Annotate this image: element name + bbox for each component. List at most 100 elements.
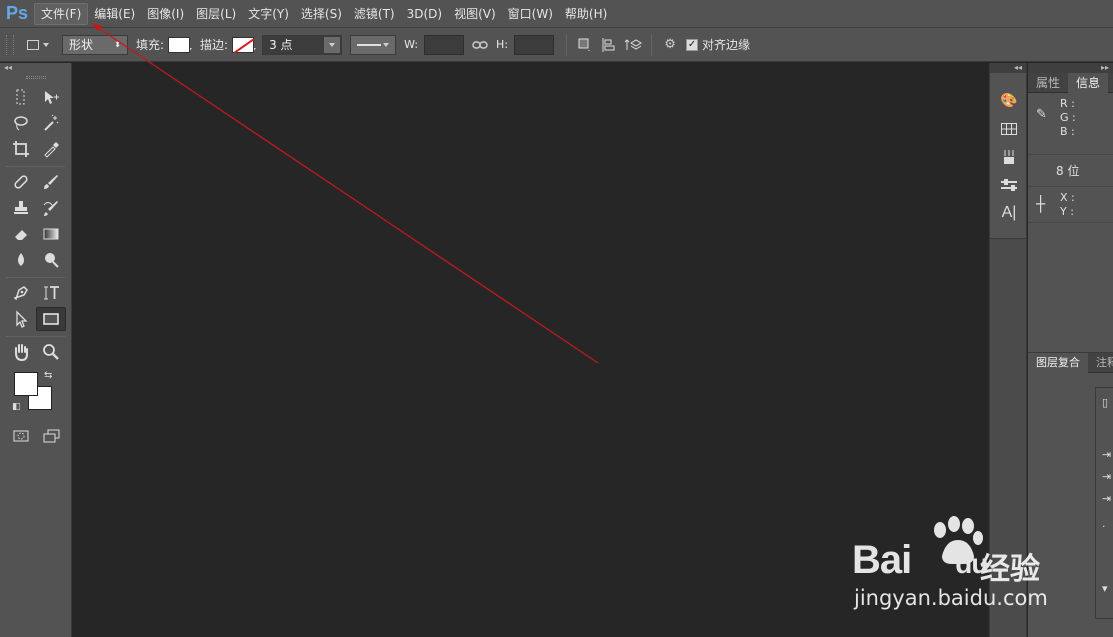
tab-layer-comps[interactable]: 图层复合 [1028, 353, 1088, 373]
tools-panel: ◂◂ ⇆ ◧ [0, 63, 72, 637]
stroke-swatch[interactable] [232, 36, 255, 53]
stroke-width-input[interactable]: 3 点 [262, 34, 343, 55]
options-bar: 形状 ⬍ 填充: 描边: 3 点 W: H: ⚙ ✓ 对齐边缘 [0, 28, 1113, 62]
document-canvas[interactable] [73, 63, 988, 637]
menu-filter[interactable]: 滤镜(T) [348, 3, 401, 25]
path-alignment-icon[interactable] [597, 34, 621, 56]
brush-tool-icon[interactable] [36, 170, 66, 194]
crosshair-icon[interactable]: ┼ [1036, 195, 1045, 213]
line-style-icon [357, 43, 382, 46]
watermark-jingyan: 经验 [980, 552, 1040, 587]
info-r-label: R : [1060, 97, 1075, 110]
height-label: H: [496, 38, 509, 51]
eyedropper-icon[interactable]: ✎ [1036, 107, 1047, 122]
blur-tool-icon[interactable] [6, 248, 36, 272]
color-palette-icon[interactable]: 🎨 [990, 87, 1028, 115]
dodge-tool-icon[interactable] [36, 248, 66, 272]
menu-bar: Ps 文件(F) 编辑(E) 图像(I) 图层(L) 文字(Y) 选择(S) 滤… [0, 0, 1113, 28]
properties-info-tabs: 属性 信息 [1028, 73, 1113, 93]
menu-layer[interactable]: 图层(L) [190, 3, 242, 25]
watermark-brand: Bai du [852, 538, 988, 583]
tool-preset-picker[interactable] [22, 35, 54, 55]
panel-grip[interactable] [25, 76, 46, 79]
floating-panel-edge[interactable]: ▯ ⇥ ⇥ ⇥ · ▾ [1095, 387, 1113, 619]
app-logo: Ps [5, 3, 29, 23]
path-selection-icon[interactable] [6, 307, 36, 331]
align-edges-label: 对齐边缘 [702, 38, 751, 52]
path-arrangement-icon[interactable] [621, 34, 645, 56]
width-control: W: [404, 34, 465, 55]
link-icon[interactable] [468, 34, 492, 56]
rectangle-tool-icon[interactable] [36, 307, 66, 331]
menu-file[interactable]: 文件(F) [34, 2, 89, 25]
fill-label: 填充: [136, 38, 165, 52]
collapse-panels-icon[interactable]: ▸▸ [1028, 63, 1113, 73]
healing-brush-icon[interactable] [6, 170, 36, 194]
swatches-grid-icon[interactable] [990, 115, 1028, 143]
annotation-arrow [73, 63, 988, 637]
rectangle-icon [27, 39, 39, 50]
tool-mode-select[interactable]: 形状 ⬍ [62, 34, 128, 55]
quick-mask-icon[interactable] [6, 424, 36, 448]
magic-wand-icon[interactable] [36, 111, 66, 135]
hand-tool-icon[interactable] [6, 340, 36, 364]
tab-info[interactable]: 信息 [1068, 73, 1109, 93]
lasso-tool-icon[interactable] [6, 111, 36, 135]
expand-panels-icon[interactable]: ◂◂ [990, 63, 1026, 73]
tab-notes[interactable]: 注释 [1088, 353, 1113, 373]
separator [566, 33, 568, 56]
eyedropper-tool-icon[interactable] [36, 137, 66, 161]
menu-window[interactable]: 窗口(W) [502, 3, 559, 25]
fill-control: 填充: [136, 36, 193, 53]
width-label: W: [404, 38, 419, 51]
screen-mode-icon[interactable] [36, 424, 66, 448]
menu-3d[interactable]: 3D(D) [401, 3, 448, 25]
menu-view[interactable]: 视图(V) [448, 3, 502, 25]
chevron-down-icon [383, 42, 390, 47]
watermark-brand-bai: Bai [852, 538, 912, 582]
brush-presets-icon[interactable] [990, 143, 1028, 171]
info-x-label: X : [1060, 191, 1075, 204]
width-input[interactable] [424, 34, 465, 55]
gear-icon[interactable]: ⚙ [658, 34, 682, 56]
marquee-tool-icon[interactable] [6, 85, 36, 109]
stroke-control: 描边: [200, 36, 257, 53]
menu-edit[interactable]: 编辑(E) [88, 3, 141, 25]
collapse-panel-icon[interactable]: ◂◂ [0, 63, 71, 73]
options-grip[interactable] [6, 34, 14, 55]
separator [651, 33, 653, 56]
info-bit-depth: 8 位 [1028, 155, 1113, 187]
type-tool-icon[interactable] [36, 281, 66, 305]
menu-help[interactable]: 帮助(H) [559, 3, 613, 25]
foreground-color-swatch[interactable] [14, 372, 38, 396]
menu-select[interactable]: 选择(S) [295, 3, 348, 25]
info-xy-readout: ┼ X : Y : [1028, 187, 1113, 223]
height-input[interactable] [514, 34, 555, 55]
gradient-tool-icon[interactable] [36, 222, 66, 246]
color-swatches: ⇆ ◧ [10, 370, 71, 418]
align-edges-checkbox[interactable]: ✓ [686, 38, 699, 51]
crop-tool-icon[interactable] [6, 137, 36, 161]
tab-properties[interactable]: 属性 [1028, 73, 1068, 93]
menu-type[interactable]: 文字(Y) [242, 3, 295, 25]
zoom-tool-icon[interactable] [36, 340, 66, 364]
menu-image[interactable]: 图像(I) [141, 3, 190, 25]
history-brush-icon[interactable] [36, 196, 66, 220]
info-panel-body [1028, 223, 1113, 353]
default-colors-icon[interactable]: ◧ [12, 402, 21, 412]
chevron-down-icon[interactable] [324, 36, 341, 53]
clone-stamp-icon[interactable] [6, 196, 36, 220]
info-g-label: G : [1060, 111, 1076, 124]
swap-colors-icon[interactable]: ⇆ [44, 370, 52, 381]
path-operations-icon[interactable] [573, 34, 597, 56]
info-b-label: B : [1060, 125, 1075, 138]
stroke-type-select[interactable] [350, 34, 397, 55]
character-text-icon[interactable]: A| [990, 199, 1028, 227]
adjustments-sliders-icon[interactable] [990, 171, 1028, 199]
pen-tool-icon[interactable] [6, 281, 36, 305]
fill-swatch[interactable] [168, 36, 191, 53]
eraser-tool-icon[interactable] [6, 222, 36, 246]
info-y-label: Y : [1060, 205, 1074, 218]
chevron-down-icon [43, 42, 49, 47]
move-tool-icon[interactable] [36, 85, 66, 109]
